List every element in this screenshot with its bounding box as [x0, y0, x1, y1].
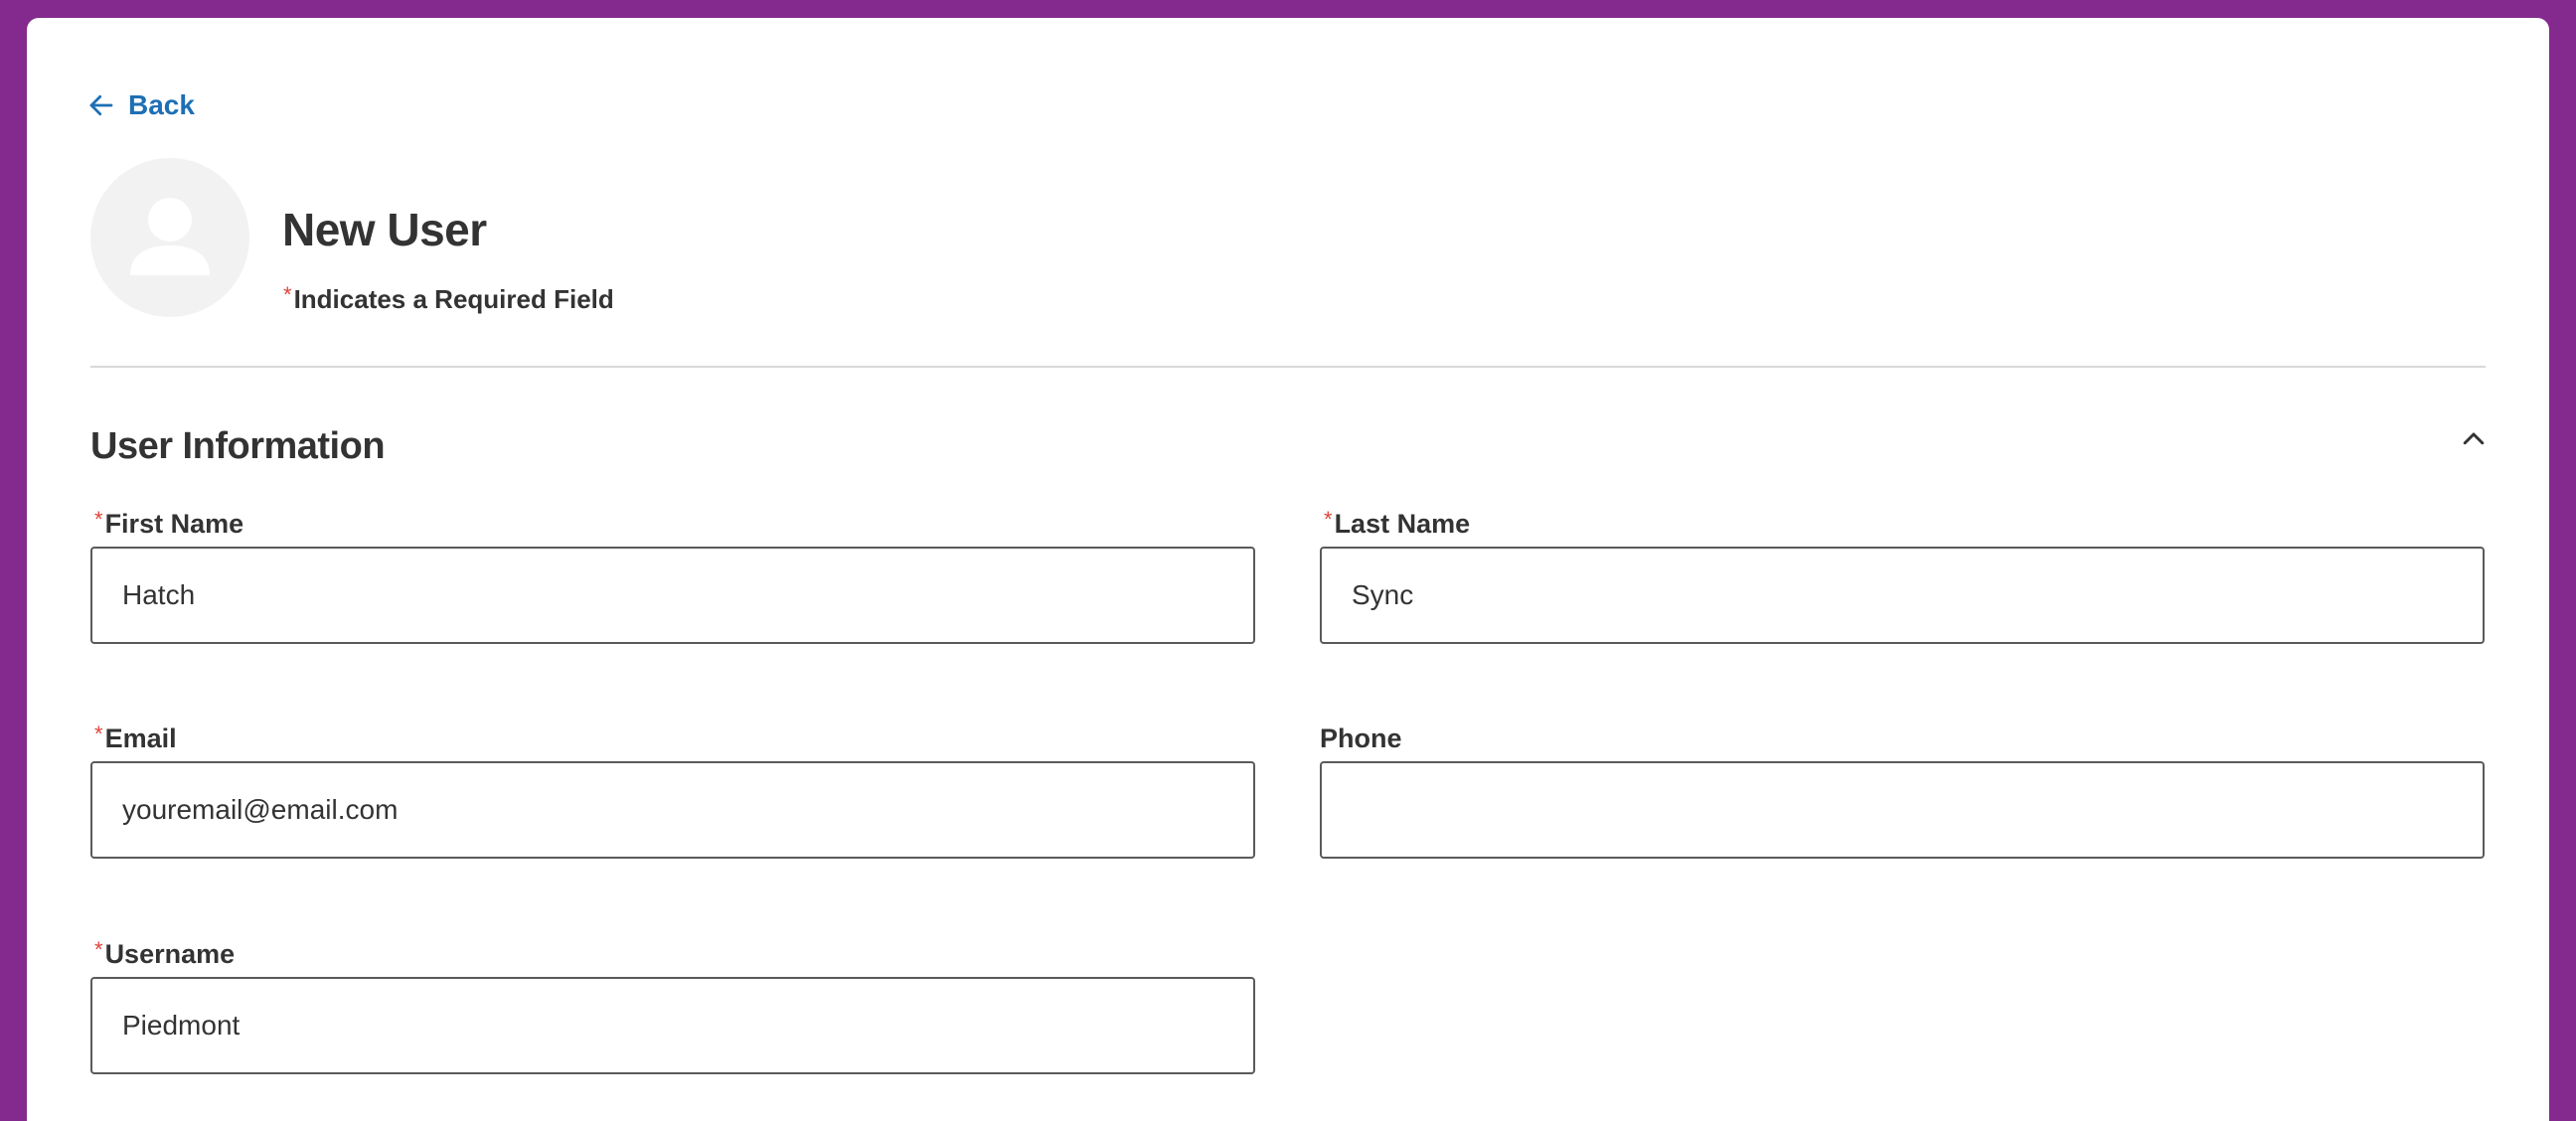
page-title: New User — [282, 204, 487, 255]
username-label: *Username — [94, 937, 236, 969]
first-name-input[interactable] — [90, 547, 1255, 644]
last-name-label: *Last Name — [1324, 507, 1471, 539]
back-link-label: Back — [128, 89, 195, 120]
chevron-up-icon — [2463, 432, 2485, 445]
avatar — [90, 158, 249, 317]
header-divider — [90, 366, 2486, 368]
email-input[interactable] — [90, 761, 1255, 859]
back-link[interactable]: Back — [86, 89, 195, 121]
user-silhouette-icon — [130, 198, 210, 275]
section-title-user-information: User Information — [90, 425, 386, 467]
required-asterisk: * — [94, 507, 103, 532]
new-user-form-card: Back New User *Indicates a Required Fiel… — [27, 18, 2549, 1121]
required-field-note: *Indicates a Required Field — [283, 284, 614, 314]
phone-input[interactable] — [1320, 761, 2485, 859]
phone-label: Phone — [1320, 723, 1402, 753]
section-collapse-button[interactable] — [2454, 419, 2494, 459]
required-asterisk: * — [94, 721, 103, 746]
required-asterisk: * — [94, 937, 103, 962]
last-name-input[interactable] — [1320, 547, 2485, 644]
username-input[interactable] — [90, 977, 1255, 1074]
email-label: *Email — [94, 721, 177, 753]
required-note-text: Indicates a Required Field — [293, 284, 614, 314]
required-asterisk: * — [1324, 507, 1333, 532]
arrow-left-icon — [89, 94, 113, 116]
first-name-label: *First Name — [94, 507, 244, 539]
required-asterisk: * — [283, 282, 292, 307]
